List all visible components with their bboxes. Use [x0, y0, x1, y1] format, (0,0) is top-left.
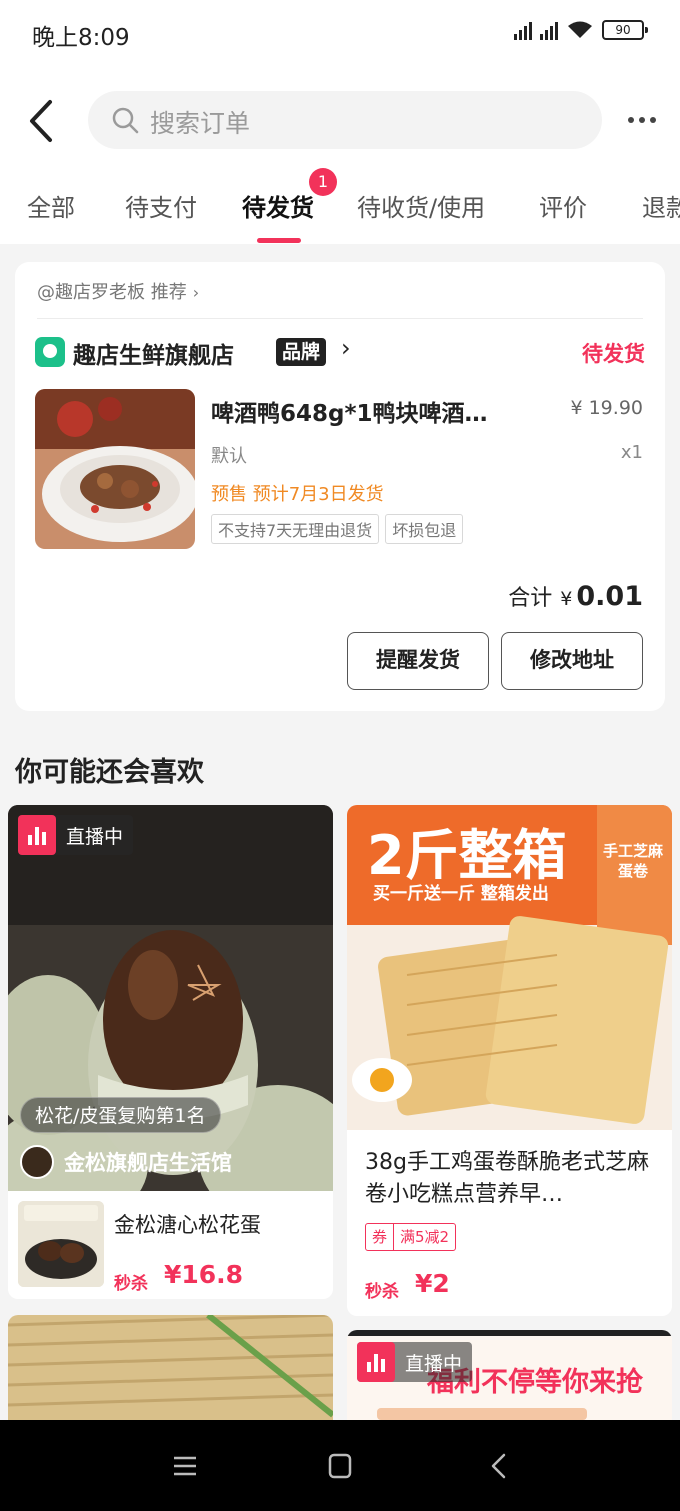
search-icon [112, 107, 139, 134]
product-mini-thumbnail[interactable] [18, 1201, 104, 1287]
flash-sale-label: 秒杀 [365, 1282, 399, 1302]
store-logo-icon [35, 337, 65, 367]
coupon-label: 券 [366, 1224, 395, 1250]
store-row[interactable]: 趣店生鲜旗舰店 品牌 › 待发货 [35, 334, 645, 370]
service-tags: 不支持7天无理由退货 坏损包退 [211, 514, 464, 544]
status-bar: 晚上8:09 90 [0, 0, 680, 66]
change-address-button[interactable]: 修改地址 [501, 632, 643, 690]
tab-count-badge: 1 [309, 168, 337, 196]
product-name[interactable]: 啤酒鸭648g*1鸭块啤酒… [211, 394, 531, 428]
feed-card[interactable]: 福利不停等你来抢 直播中 [347, 1330, 672, 1420]
status-icons: 90 [514, 20, 648, 40]
home-icon[interactable] [323, 1450, 357, 1482]
brand-badge: 品牌 [276, 338, 327, 366]
tab-all[interactable]: 全部 [27, 188, 75, 223]
order-total: 合计 ¥0.01 [508, 580, 643, 612]
banner-side-text: 手工芝麻蛋卷 [602, 842, 663, 880]
live-badge: 直播中 [357, 1342, 473, 1382]
remind-shipment-button[interactable]: 提醒发货 [347, 632, 489, 690]
banner-subtitle: 买一斤送一斤 整箱发出 [373, 884, 549, 904]
active-tab-indicator [257, 238, 301, 243]
live-icon [18, 815, 56, 855]
recommend-text: @趣店罗老板 推荐 [37, 282, 187, 303]
back-nav-icon[interactable] [482, 1450, 516, 1482]
product-price: ¥16.8 [164, 1260, 244, 1289]
tab-pending-receipt[interactable]: 待收货/使用 [357, 188, 485, 223]
order-tabs: 全部 待支付 待发货 待收货/使用 评价 退款 [0, 176, 680, 244]
tab-pending-payment[interactable]: 待支付 [125, 188, 197, 223]
shop-name: 金松旗舰店生活馆 [64, 1151, 232, 1175]
total-label: 合计 [508, 586, 553, 611]
live-label: 直播中 [405, 1352, 463, 1375]
order-status: 待发货 [582, 342, 645, 366]
more-icon[interactable] [624, 106, 660, 134]
flash-sale-label: 秒杀 [114, 1274, 148, 1294]
signal-icon [514, 20, 532, 40]
store-name: 趣店生鲜旗舰店 [73, 343, 234, 369]
live-icon [357, 1342, 395, 1382]
coupon-tag: 券满5减2 [365, 1223, 457, 1251]
avatar [20, 1145, 54, 1179]
presale-note: 预售 预计7月3日发货 [211, 484, 384, 505]
search-placeholder: 搜索订单 [150, 109, 251, 138]
search-input[interactable]: 搜索订单 [88, 91, 602, 149]
product-price: ¥ 19.90 [570, 397, 643, 419]
recommend-line[interactable]: @趣店罗老板 推荐 › [37, 278, 199, 304]
shop-line[interactable]: 金松旗舰店生活馆 [20, 1145, 232, 1179]
product-quantity: x1 [620, 442, 643, 463]
wifi-icon [568, 21, 592, 38]
feed-card[interactable]: 2斤整箱 买一斤送一斤 整箱发出 手工芝麻蛋卷 38g手工鸡蛋卷酥脆老式芝麻卷小… [347, 805, 672, 1316]
recommendations-title: 你可能还会喜欢 [15, 757, 204, 788]
chevron-right-icon: › [192, 283, 200, 302]
tab-refund[interactable]: 退款 [642, 188, 680, 223]
feed-card[interactable] [8, 1315, 333, 1420]
coupon-text: 满5减2 [400, 1228, 450, 1246]
header: 搜索订单 [0, 66, 680, 176]
tab-review[interactable]: 评价 [539, 188, 587, 223]
tab-pending-shipment[interactable]: 待发货 [242, 188, 314, 223]
total-amount: 0.01 [576, 581, 643, 612]
divider [37, 318, 643, 319]
live-badge: 直播中 [18, 815, 134, 855]
back-icon[interactable] [22, 96, 62, 146]
ranking-tag: 松花/皮蛋复购第1名 [20, 1097, 221, 1133]
live-label: 直播中 [66, 825, 124, 848]
feed-card[interactable]: 直播中 松花/皮蛋复购第1名 金松旗舰店生活馆 金松溏心松花蛋 秒杀 ¥16.8 [8, 805, 333, 1299]
menu-icon[interactable] [168, 1450, 202, 1482]
service-tag: 不支持7天无理由退货 [211, 514, 380, 544]
battery-icon: 90 [602, 20, 648, 40]
product-image [8, 1315, 333, 1420]
service-tag: 坏损包退 [385, 514, 464, 544]
chevron-right-icon: › [341, 334, 351, 362]
total-currency: ¥ [560, 588, 573, 610]
product-title: 38g手工鸡蛋卷酥脆老式芝麻卷小吃糕点营养早… [365, 1150, 649, 1207]
order-card[interactable]: @趣店罗老板 推荐 › 趣店生鲜旗舰店 品牌 › 待发货 啤酒鸭648g*1鸭块啤… [15, 262, 665, 711]
product-name: 金松溏心松花蛋 [114, 1213, 261, 1237]
product-thumbnail[interactable] [35, 389, 195, 549]
status-time: 晚上8:09 [32, 25, 130, 51]
product-price: ¥2 [415, 1269, 450, 1298]
system-nav-bar [0, 1420, 680, 1511]
product-spec: 默认 [211, 446, 247, 467]
signal-icon [540, 20, 558, 40]
